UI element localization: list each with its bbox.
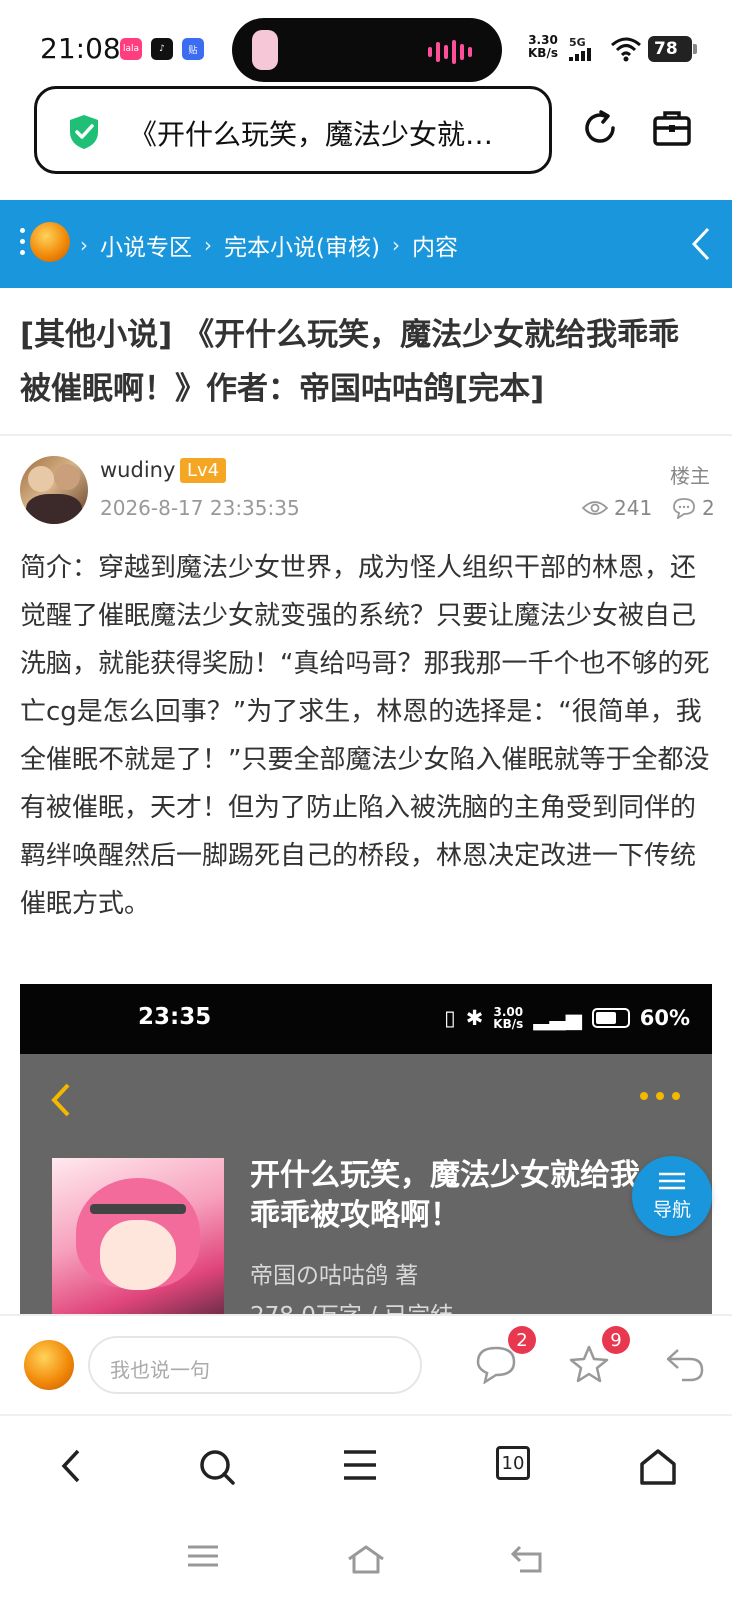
nav-fab-label: 导航 [652, 1198, 691, 1221]
bluetooth-icon: ✱ [465, 1006, 484, 1030]
vibrate-icon: ▯ [444, 1006, 456, 1030]
book-cover [52, 1158, 224, 1314]
back-icon[interactable] [60, 1448, 82, 1484]
level-badge: Lv4 [180, 458, 227, 483]
more-dots-icon [640, 1092, 680, 1100]
site-logo[interactable] [30, 222, 70, 262]
page: 21:08 lala ♪ 贴 3.30 KB/s 5G 78 《开什么玩笑，魔法… [0, 0, 732, 1600]
embedded-clock: 23:35 [138, 1004, 212, 1030]
user-avatar[interactable] [24, 1340, 74, 1390]
system-nav-bar [0, 1514, 732, 1600]
url-text: 《开什么玩笑，魔法少女就… [129, 118, 494, 151]
reload-icon[interactable] [580, 108, 620, 148]
network-speed: 3.30 KB/s [528, 33, 558, 60]
reply-input[interactable]: 我也说一句 [88, 1336, 422, 1394]
tabs-count-button[interactable]: 10 [496, 1446, 530, 1480]
chevron-right-icon: › [391, 233, 400, 257]
search-icon[interactable] [198, 1448, 236, 1486]
breadcrumb-item-novel-zone[interactable]: 小说专区 [100, 228, 192, 262]
author-name[interactable]: wudiny [100, 458, 175, 482]
back-icon[interactable] [510, 1544, 546, 1574]
forum-nav-bar: › 小说专区 › 完本小说(审核) › 内容 [0, 200, 732, 288]
wifi-icon [611, 37, 641, 62]
address-bar[interactable]: 《开什么玩笑，魔法少女就… [34, 86, 552, 174]
post-title: [其他小说] 《开什么玩笑，魔法少女就给我乖乖被催眠啊！》作者：帝国咕咕鸽[完本… [20, 317, 680, 407]
comment-icon [673, 498, 695, 519]
comment-badge: 2 [508, 1326, 536, 1354]
star-icon[interactable] [568, 1344, 610, 1384]
home-icon[interactable] [346, 1544, 386, 1574]
breadcrumb: › 小说专区 › 完本小说(审核) › 内容 [80, 228, 458, 262]
chevron-left-icon[interactable] [690, 226, 712, 262]
eye-icon [582, 501, 608, 515]
favorite-badge: 9 [602, 1326, 630, 1354]
book-author: 帝国の咕咕鸽 著 [250, 1263, 419, 1289]
audio-wave-icon [428, 40, 472, 64]
clock: 21:08 [40, 32, 121, 65]
post-body: 简介：穿越到魔法少女世界，成为怪人组织干部的林恩，还觉醒了催眠魔法少女就变强的系… [20, 553, 710, 919]
embedded-screenshot[interactable]: 23:35 ▯ ✱ 3.00 KB/s ▂▃▅ 60% 开什么玩笑，魔法少女就给我… [20, 984, 712, 1314]
avatar[interactable] [20, 456, 88, 524]
tiktok-icon: ♪ [151, 38, 173, 60]
toolbox-icon[interactable] [652, 108, 692, 148]
menu-dots-icon[interactable] [20, 228, 25, 255]
share-back-icon[interactable] [664, 1344, 706, 1384]
recents-icon[interactable] [186, 1544, 220, 1568]
chevron-left-icon [51, 1083, 70, 1117]
embedded-battery: 60% [639, 1006, 690, 1030]
embedded-network-speed: 3.00 KB/s [493, 1005, 524, 1031]
menu-icon [659, 1172, 685, 1189]
comment-count[interactable]: 2 [672, 496, 715, 520]
post-date: 2026-8-17 23:35:35 [100, 496, 300, 520]
battery-icon [591, 1008, 630, 1028]
chevron-right-icon: › [80, 233, 88, 257]
reply-bar: 我也说一句 2 9 [0, 1314, 732, 1414]
browser-bottom-nav: 10 [0, 1414, 732, 1514]
view-count: 241 [582, 496, 652, 520]
battery-icon: 78 [648, 36, 697, 62]
nav-fab-button[interactable]: 导航 [632, 1156, 712, 1236]
lalalaapp-icon: lala [120, 38, 142, 60]
book-meta: 278.0万字 / 已完结 [250, 1296, 453, 1314]
breadcrumb-item-content[interactable]: 内容 [412, 228, 458, 262]
embedded-status-icons: ▯ ✱ 3.00 KB/s ▂▃▅ 60% [444, 1006, 690, 1030]
op-label: 楼主 [670, 464, 710, 488]
dynamic-island[interactable] [232, 18, 502, 82]
signal-icon: ▂▃▅ [533, 1006, 582, 1030]
music-cover-thumbnail [252, 30, 278, 70]
breadcrumb-item-completed[interactable]: 完本小说(审核) [224, 228, 380, 262]
status-bar: 21:08 lala ♪ 贴 3.30 KB/s 5G 78 [0, 0, 732, 84]
embedded-status-bar: 23:35 ▯ ✱ 3.00 KB/s ▂▃▅ 60% [20, 984, 712, 1054]
security-shield-icon [70, 115, 98, 149]
home-icon[interactable] [638, 1448, 678, 1486]
chevron-right-icon: › [204, 233, 212, 257]
book-title: 开什么玩笑，魔法少女就给我乖乖被攻略啊！ [250, 1158, 640, 1233]
signal-icon [569, 48, 591, 61]
tieba-icon: 贴 [182, 38, 204, 60]
divider [0, 434, 732, 436]
menu-icon[interactable] [342, 1448, 378, 1482]
